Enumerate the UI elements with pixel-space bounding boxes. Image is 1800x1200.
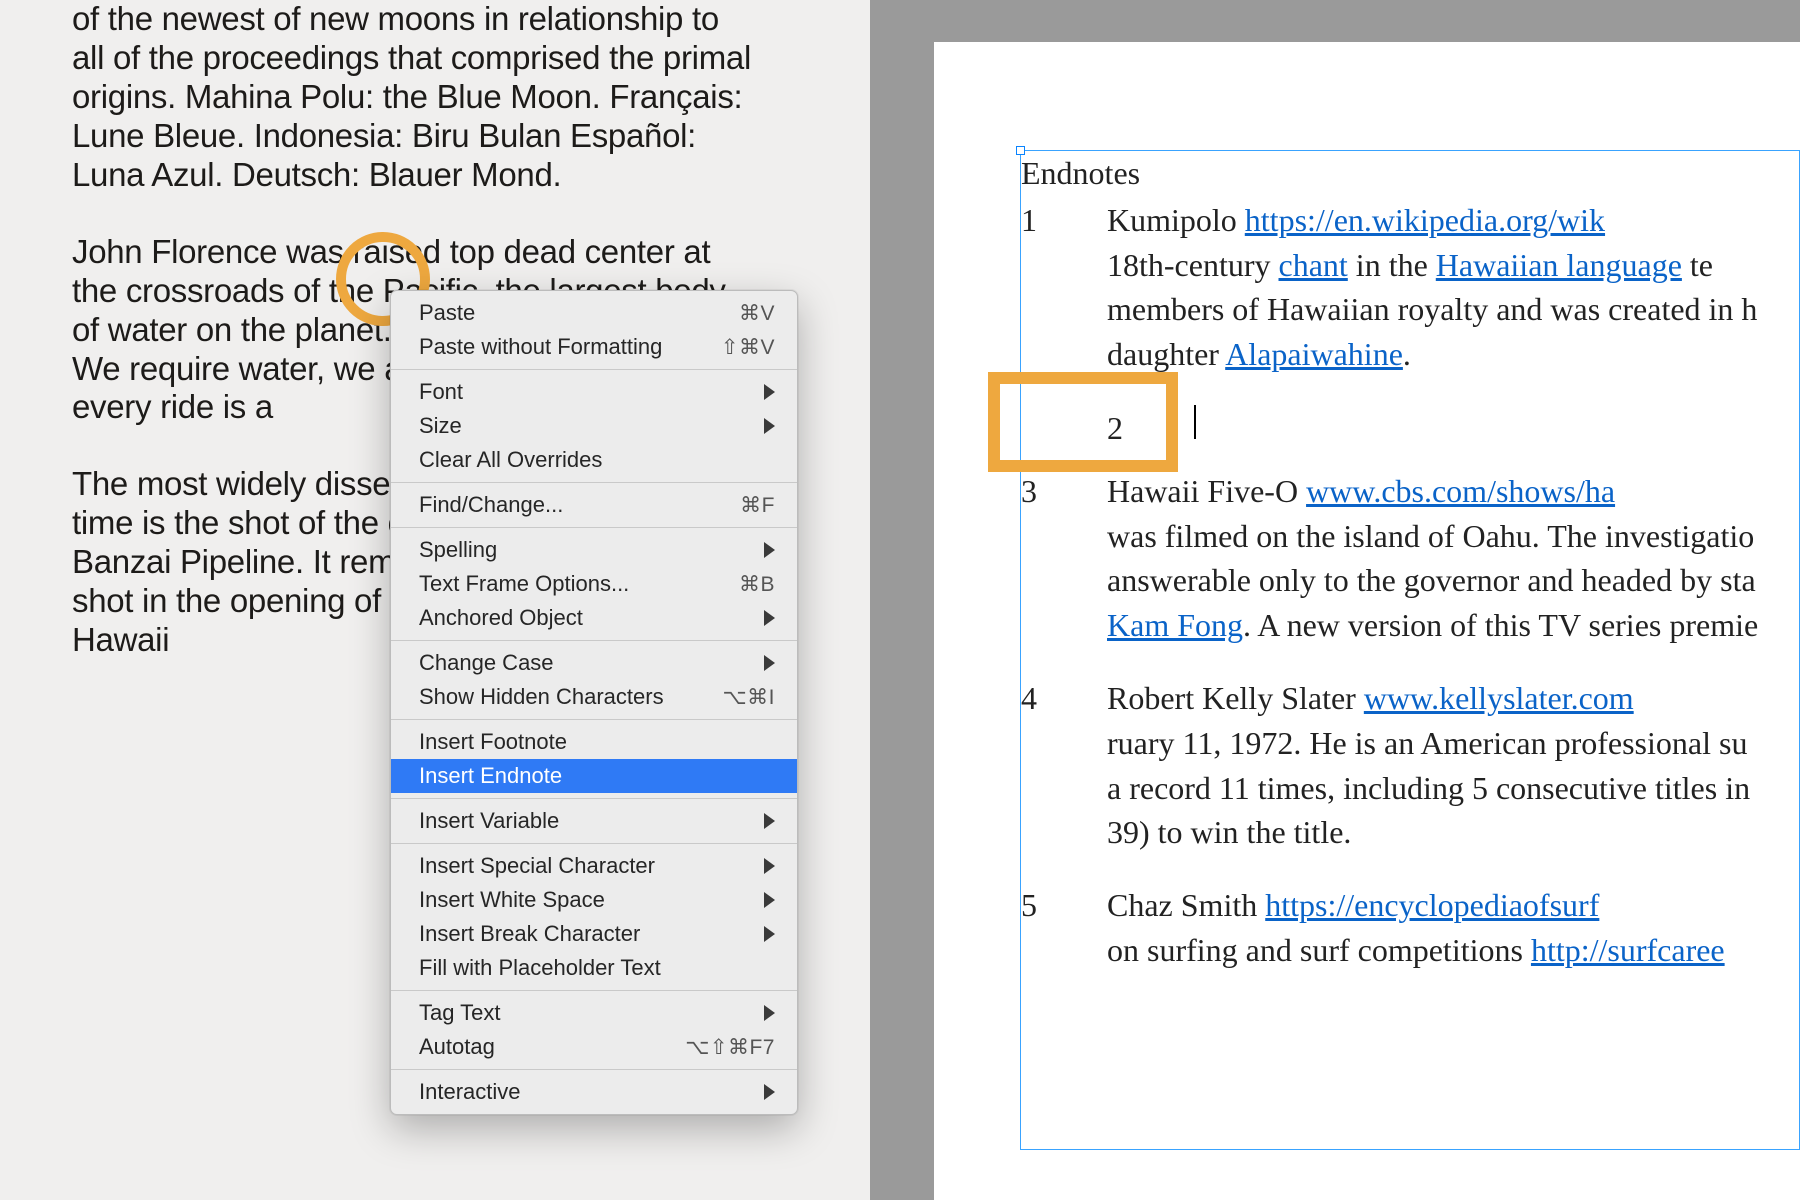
menu-item-autotag[interactable]: Autotag ⌥⇧⌘F7 xyxy=(391,1030,797,1064)
menu-item-tag-text[interactable]: Tag Text xyxy=(391,996,797,1030)
menu-item-label: Insert Footnote xyxy=(419,729,567,755)
menu-item-label: Insert Endnote xyxy=(419,763,562,789)
menu-item-label: Fill with Placeholder Text xyxy=(419,955,661,981)
menu-item-text-frame-options[interactable]: Text Frame Options... ⌘B xyxy=(391,567,797,601)
menu-item-label: Clear All Overrides xyxy=(419,447,602,473)
menu-item-insert-footnote[interactable]: Insert Footnote xyxy=(391,725,797,759)
menu-item-show-hidden-characters[interactable]: Show Hidden Characters ⌥⌘I xyxy=(391,680,797,714)
menu-item-interactive[interactable]: Interactive xyxy=(391,1075,797,1109)
menu-item-label: Anchored Object xyxy=(419,605,583,631)
menu-item-label: Insert Special Character xyxy=(419,853,655,879)
endnote-2-number: 2 xyxy=(1107,406,1193,451)
menu-item-font[interactable]: Font xyxy=(391,375,797,409)
endnote-3[interactable]: 3Hawaii Five-O www.cbs.com/shows/ha was … xyxy=(1021,469,1799,648)
chevron-right-icon xyxy=(764,418,775,434)
menu-separator xyxy=(391,640,797,641)
endnote-2[interactable]: 2 xyxy=(1021,405,1799,451)
menu-shortcut: ⌘F xyxy=(740,493,775,518)
endnotes-heading: Endnotes xyxy=(1021,151,1799,196)
menu-separator xyxy=(391,719,797,720)
endnote-1-link-chant[interactable]: chant xyxy=(1279,247,1348,283)
endnote-4-link-kellyslater[interactable]: www.kellyslater.com xyxy=(1364,680,1634,716)
pasteboard: Endnotes 1Kumipolo https://en.wikipedia.… xyxy=(870,0,1800,1200)
endnote-3-link-kamfong[interactable]: Kam Fong xyxy=(1107,607,1243,643)
menu-shortcut: ⌥⇧⌘F7 xyxy=(685,1035,775,1060)
menu-item-clear-all-overrides[interactable]: Clear All Overrides xyxy=(391,443,797,477)
endnote-1-link-alapaiwahine[interactable]: Alapaiwahine xyxy=(1225,336,1403,372)
chevron-right-icon xyxy=(764,1005,775,1021)
menu-item-spelling[interactable]: Spelling xyxy=(391,533,797,567)
menu-item-label: Paste xyxy=(419,300,475,326)
menu-item-label: Insert White Space xyxy=(419,887,605,913)
menu-shortcut: ⌘B xyxy=(739,572,775,597)
menu-item-label: Spelling xyxy=(419,537,497,563)
menu-shortcut: ⌘V xyxy=(739,301,775,326)
chevron-right-icon xyxy=(764,542,775,558)
menu-item-change-case[interactable]: Change Case xyxy=(391,646,797,680)
chevron-right-icon xyxy=(764,813,775,829)
menu-item-label: Change Case xyxy=(419,650,554,676)
endnote-4-number: 4 xyxy=(1021,676,1107,721)
chevron-right-icon xyxy=(764,1084,775,1100)
menu-item-label: Find/Change... xyxy=(419,492,563,518)
menu-item-size[interactable]: Size xyxy=(391,409,797,443)
menu-item-label: Font xyxy=(419,379,463,405)
menu-item-label: Size xyxy=(419,413,462,439)
menu-item-label: Insert Variable xyxy=(419,808,559,834)
menu-shortcut: ⇧⌘V xyxy=(721,335,775,360)
endnote-5[interactable]: 5Chaz Smith https://encyclopediaofsurf o… xyxy=(1021,883,1799,973)
chevron-right-icon xyxy=(764,655,775,671)
menu-item-insert-endnote[interactable]: Insert Endnote xyxy=(391,759,797,793)
menu-item-label: Insert Break Character xyxy=(419,921,640,947)
menu-item-insert-special-character[interactable]: Insert Special Character xyxy=(391,849,797,883)
menu-item-paste-without-formatting[interactable]: Paste without Formatting ⇧⌘V xyxy=(391,330,797,364)
menu-separator xyxy=(391,527,797,528)
menu-separator xyxy=(391,798,797,799)
chevron-right-icon xyxy=(764,610,775,626)
body-paragraph-1[interactable]: of the newest of new moons in relationsh… xyxy=(72,0,752,195)
menu-item-paste[interactable]: Paste ⌘V xyxy=(391,296,797,330)
menu-item-label: Autotag xyxy=(419,1034,495,1060)
endnote-3-link-cbs[interactable]: www.cbs.com/shows/ha xyxy=(1306,473,1615,509)
chevron-right-icon xyxy=(764,892,775,908)
menu-item-insert-white-space[interactable]: Insert White Space xyxy=(391,883,797,917)
menu-item-anchored-object[interactable]: Anchored Object xyxy=(391,601,797,635)
menu-item-label: Paste without Formatting xyxy=(419,334,662,360)
chevron-right-icon xyxy=(764,858,775,874)
endnotes-text-frame[interactable]: Endnotes 1Kumipolo https://en.wikipedia.… xyxy=(1020,150,1800,1150)
endnotes-page: Endnotes 1Kumipolo https://en.wikipedia.… xyxy=(934,42,1800,1200)
menu-item-label: Tag Text xyxy=(419,1000,501,1026)
chevron-right-icon xyxy=(764,384,775,400)
menu-item-insert-variable[interactable]: Insert Variable xyxy=(391,804,797,838)
menu-item-fill-with-placeholder-text[interactable]: Fill with Placeholder Text xyxy=(391,951,797,985)
endnote-1-number: 1 xyxy=(1021,198,1107,243)
menu-shortcut: ⌥⌘I xyxy=(722,685,775,710)
menu-item-label: Text Frame Options... xyxy=(419,571,629,597)
endnote-5-link-surfcareer[interactable]: http://surfcaree xyxy=(1531,932,1725,968)
menu-item-find-change[interactable]: Find/Change... ⌘F xyxy=(391,488,797,522)
text-cursor-icon xyxy=(1194,405,1196,439)
endnote-3-number: 3 xyxy=(1021,469,1107,514)
menu-separator xyxy=(391,369,797,370)
endnote-1[interactable]: 1Kumipolo https://en.wikipedia.org/wik 1… xyxy=(1021,198,1799,377)
endnote-1-link-hawaiian-language[interactable]: Hawaiian language xyxy=(1436,247,1682,283)
menu-separator xyxy=(391,1069,797,1070)
menu-separator xyxy=(391,990,797,991)
endnote-1-link-wikipedia[interactable]: https://en.wikipedia.org/wik xyxy=(1245,202,1605,238)
frame-handle-top-left[interactable] xyxy=(1016,146,1025,155)
chevron-right-icon xyxy=(764,926,775,942)
context-menu[interactable]: Paste ⌘V Paste without Formatting ⇧⌘V Font Si… xyxy=(390,290,798,1115)
menu-item-insert-break-character[interactable]: Insert Break Character xyxy=(391,917,797,951)
menu-separator xyxy=(391,482,797,483)
endnote-4[interactable]: 4Robert Kelly Slater www.kellyslater.com… xyxy=(1021,676,1799,855)
menu-item-label: Show Hidden Characters xyxy=(419,684,664,710)
endnote-5-link-encyclopedia[interactable]: https://encyclopediaofsurf xyxy=(1265,887,1599,923)
endnote-5-number: 5 xyxy=(1021,883,1107,928)
menu-separator xyxy=(391,843,797,844)
menu-item-label: Interactive xyxy=(419,1079,521,1105)
